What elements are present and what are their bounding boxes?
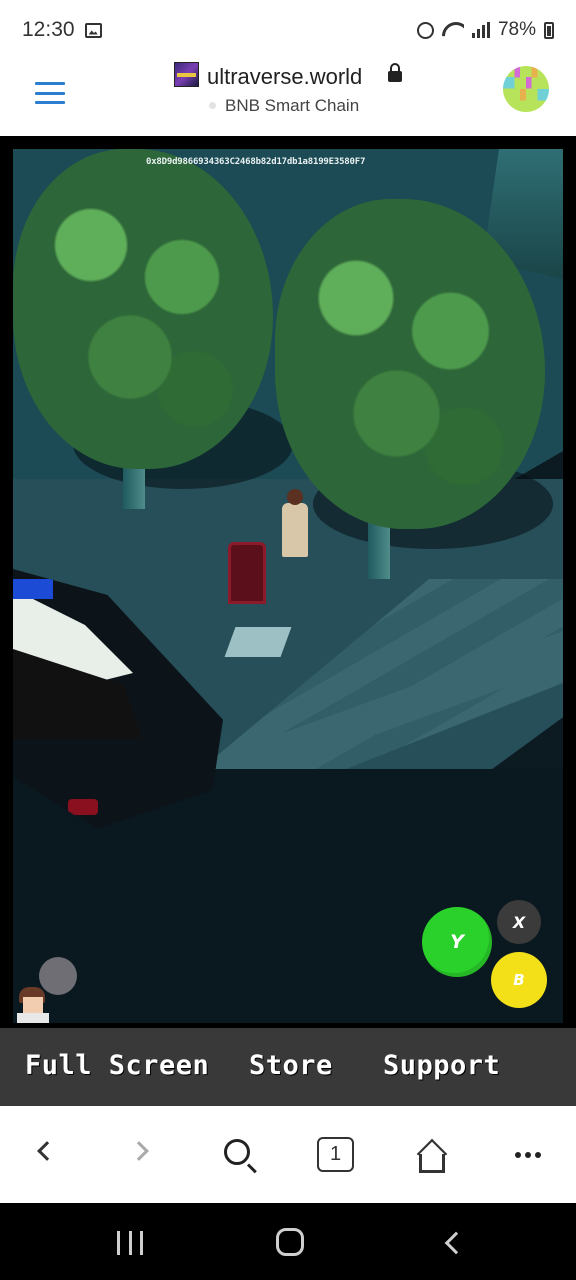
game-canvas[interactable]: 0x8D9d9866934363C2468b82d17db1a8199E3580… bbox=[13, 149, 563, 1023]
alarm-icon bbox=[416, 21, 434, 39]
account-avatar[interactable] bbox=[503, 66, 549, 112]
mailbox bbox=[228, 542, 266, 604]
lock-icon bbox=[388, 63, 402, 82]
tree bbox=[13, 149, 273, 469]
browser-header: ultraverse.world BNB Smart Chain bbox=[0, 60, 576, 136]
x-button[interactable]: X bbox=[497, 900, 541, 944]
image-icon bbox=[84, 22, 102, 38]
back-icon[interactable] bbox=[37, 1141, 57, 1161]
player-character bbox=[278, 489, 312, 559]
network-status-dot bbox=[209, 102, 216, 109]
game-action-bar: Full Screen Store Support bbox=[0, 1028, 576, 1106]
game-frame: 0x8D9d9866934363C2468b82d17db1a8199E3580… bbox=[0, 136, 576, 1028]
back-button-icon[interactable] bbox=[444, 1231, 468, 1255]
network-name[interactable]: BNB Smart Chain bbox=[225, 96, 359, 116]
forward-icon[interactable] bbox=[129, 1141, 149, 1161]
wallet-address: 0x8D9d9866934363C2468b82d17db1a8199E3580… bbox=[146, 157, 366, 167]
search-icon[interactable] bbox=[224, 1139, 250, 1165]
android-navigation-bar bbox=[0, 1203, 576, 1280]
recents-icon[interactable] bbox=[117, 1231, 143, 1255]
full-screen-button[interactable]: Full Screen bbox=[25, 1050, 209, 1081]
site-favicon bbox=[174, 62, 199, 87]
menu-icon[interactable] bbox=[35, 82, 65, 104]
home-button-icon[interactable] bbox=[276, 1228, 304, 1256]
status-bar: 12:30 78% bbox=[0, 0, 576, 60]
character-portrait[interactable] bbox=[15, 987, 51, 1023]
status-time: 12:30 bbox=[22, 18, 75, 41]
more-icon[interactable] bbox=[515, 1152, 541, 1158]
b-button[interactable]: B bbox=[491, 952, 547, 1008]
wifi-icon bbox=[442, 22, 464, 38]
support-button[interactable]: Support bbox=[383, 1050, 500, 1081]
status-indicators: 78% bbox=[416, 19, 554, 41]
battery-icon bbox=[544, 21, 554, 39]
trash-bag bbox=[224, 627, 292, 657]
store-button[interactable]: Store bbox=[249, 1050, 333, 1081]
y-button[interactable]: Y bbox=[422, 907, 492, 977]
home-icon[interactable] bbox=[414, 1138, 450, 1173]
browser-toolbar: 1 bbox=[0, 1106, 576, 1203]
battery-percent: 78% bbox=[497, 19, 536, 40]
tabs-icon[interactable]: 1 bbox=[317, 1137, 354, 1172]
site-url[interactable]: ultraverse.world bbox=[207, 64, 362, 90]
signal-icon bbox=[471, 22, 490, 38]
tree-trunk bbox=[368, 519, 390, 579]
